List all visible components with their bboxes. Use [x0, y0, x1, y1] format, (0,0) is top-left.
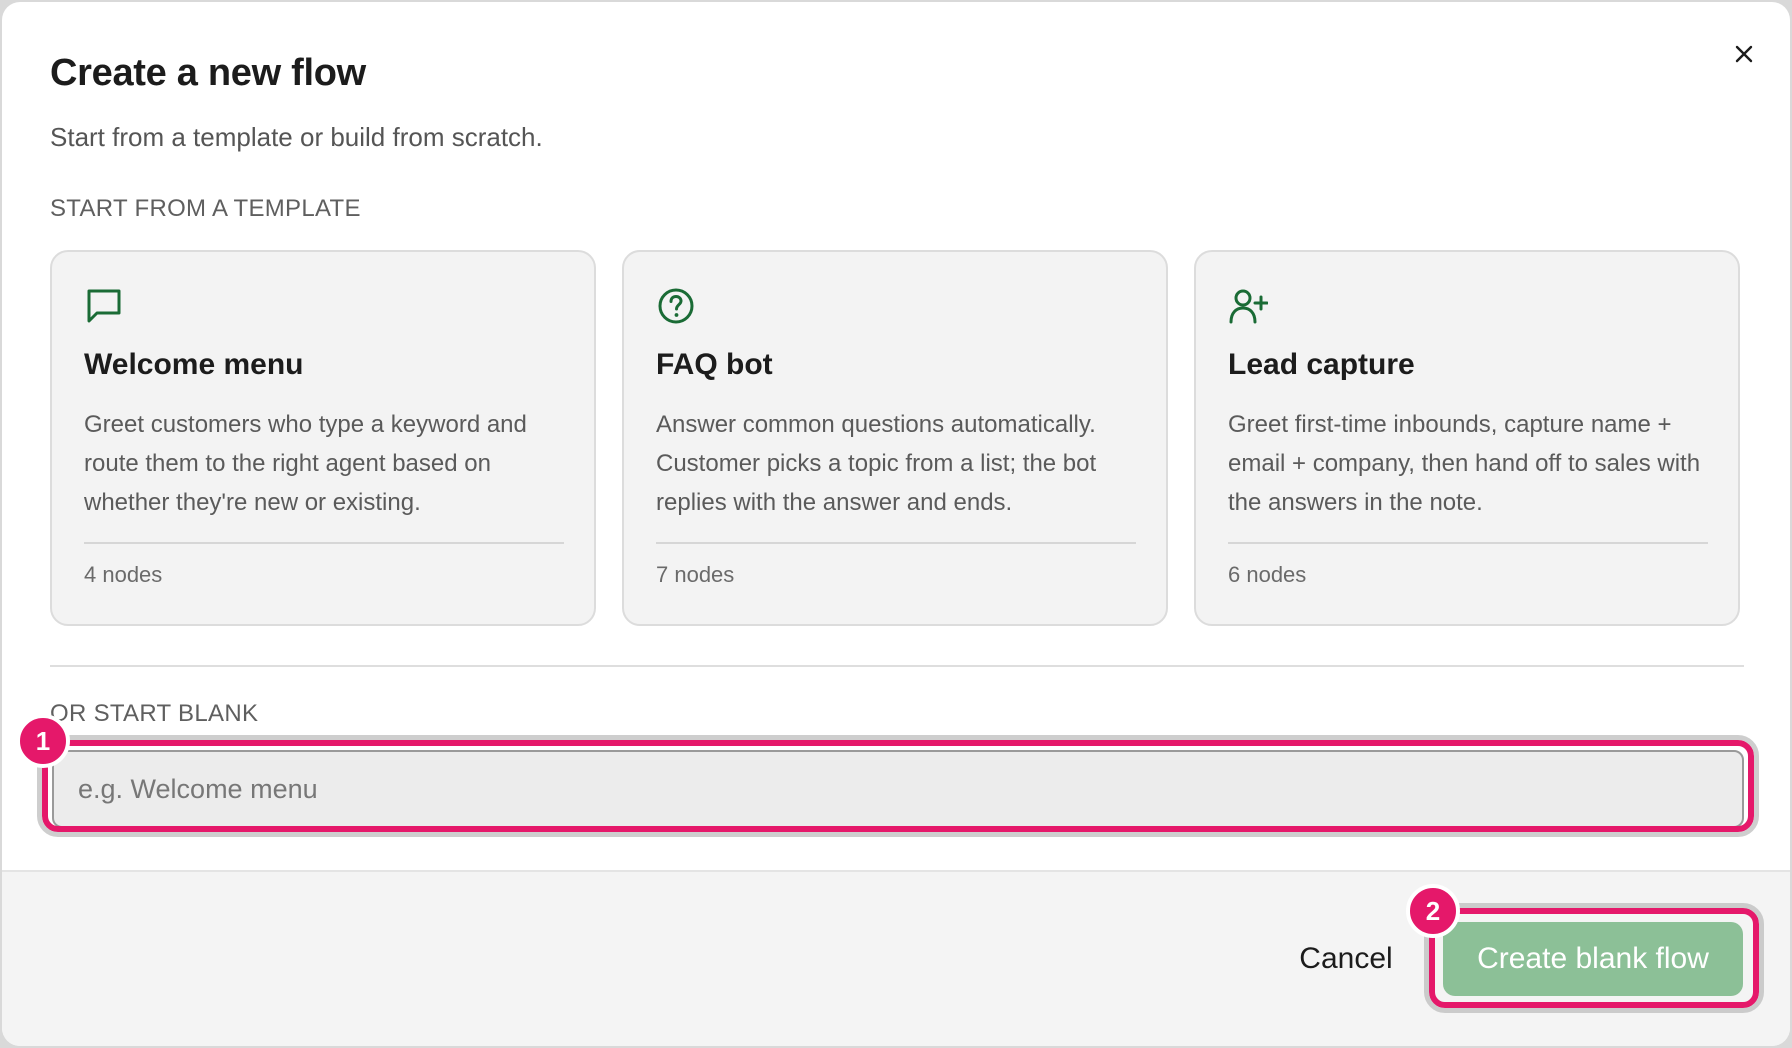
- card-divider: [84, 542, 564, 544]
- close-button[interactable]: [1728, 38, 1760, 70]
- question-circle-icon: [658, 288, 694, 324]
- template-card-lead-capture[interactable]: Lead capture Greet first-time inbounds, …: [1194, 250, 1740, 626]
- dialog-title: Create a new flow: [50, 52, 366, 94]
- template-card-title: Welcome menu: [84, 348, 304, 381]
- template-node-count: 4 nodes: [84, 562, 163, 587]
- template-card-description: Answer common questions automatically. C…: [656, 411, 1097, 516]
- annotation-badge-2: 2: [1406, 884, 1460, 938]
- create-flow-dialog: Create a new flow Start from a template …: [2, 2, 1790, 1046]
- template-card-welcome-menu[interactable]: Welcome menu Greet customers who type a …: [50, 250, 596, 626]
- annotation-highlight-input: [37, 735, 1759, 837]
- card-divider: [1228, 542, 1708, 544]
- chat-bubble-icon: [87, 289, 121, 323]
- section-divider: [50, 665, 1744, 667]
- user-plus-icon: [1229, 289, 1268, 324]
- card-divider: [656, 542, 1136, 544]
- template-card-faq-bot[interactable]: FAQ bot Answer common questions automati…: [622, 250, 1168, 626]
- close-icon: [1735, 45, 1753, 63]
- template-node-count: 7 nodes: [656, 562, 735, 587]
- template-section-label: START FROM A TEMPLATE: [50, 195, 361, 222]
- template-card-title: Lead capture: [1228, 348, 1415, 381]
- template-card-description: Greet first-time inbounds, capture name …: [1228, 411, 1701, 516]
- blank-section-label: OR START BLANK: [50, 700, 259, 727]
- annotation-badge-1: 1: [16, 714, 70, 768]
- template-card-description: Greet customers who type a keyword and r…: [84, 411, 527, 516]
- template-node-count: 6 nodes: [1228, 562, 1307, 587]
- template-card-title: FAQ bot: [656, 348, 773, 381]
- create-blank-flow-button[interactable]: Create blank flow: [1443, 922, 1743, 996]
- dialog-subtitle: Start from a template or build from scra…: [50, 122, 543, 152]
- cancel-button[interactable]: Cancel: [1292, 937, 1400, 981]
